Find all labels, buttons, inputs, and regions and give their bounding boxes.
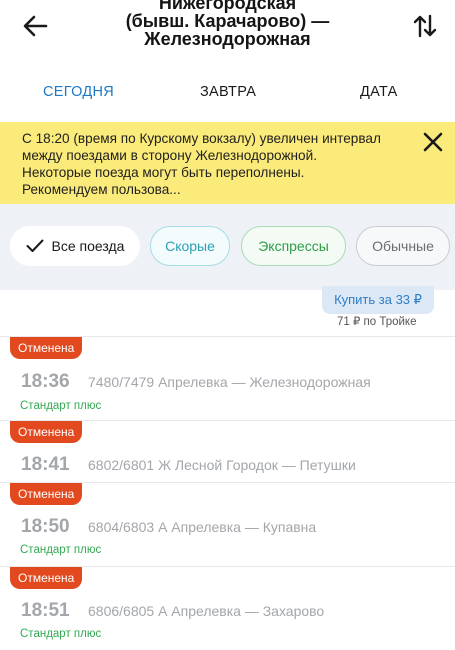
back-button[interactable] xyxy=(20,10,52,42)
filter-label: Экспрессы xyxy=(258,238,329,254)
swap-arrows-icon xyxy=(413,14,437,38)
train-type: Стандарт плюс xyxy=(20,628,102,640)
train-row[interactable]: Отменена 18:36 7480/7479 Апрелевка — Жел… xyxy=(0,337,455,420)
departure-time: 18:51 xyxy=(21,600,70,621)
close-notice-button[interactable] xyxy=(421,130,445,154)
close-icon xyxy=(423,132,443,152)
checkmark-icon xyxy=(26,239,44,252)
tab-tomorrow[interactable]: ЗАВТРА xyxy=(200,84,256,100)
filter-fast-trains[interactable]: Скорые xyxy=(150,226,230,266)
filter-label: Скорые xyxy=(165,238,215,254)
train-type: Стандарт плюс xyxy=(20,544,102,556)
departure-time: 18:36 xyxy=(21,371,70,392)
train-list: Купить за 33 ₽ 71 ₽ по Тройке Отменена 1… xyxy=(0,286,455,650)
filter-label: Все поезда xyxy=(51,238,125,254)
tab-today[interactable]: СЕГОДНЯ xyxy=(43,84,114,100)
filter-express-trains[interactable]: Экспрессы xyxy=(241,226,346,266)
filter-regular-trains[interactable]: Обычные xyxy=(356,226,450,266)
notice-text: С 18:20 (время по Курскому вокзалу) увел… xyxy=(22,131,381,197)
train-row[interactable]: Отменена 18:41 6802/6801 Ж Лесной Городо… xyxy=(0,421,455,482)
departure-time: 18:50 xyxy=(21,516,70,537)
cancelled-badge: Отменена xyxy=(10,421,83,443)
cancelled-badge: Отменена xyxy=(10,567,83,589)
app-header: Нижегородская (бывш. Карачарово) — Желез… xyxy=(0,0,455,64)
filter-all-trains[interactable]: Все поезда xyxy=(10,226,140,266)
tab-date[interactable]: ДАТА xyxy=(360,84,398,100)
train-route: 7480/7479 Апрелевка — Железнодорожная xyxy=(88,374,371,390)
notice-banner[interactable]: С 18:20 (время по Курскому вокзалу) увел… xyxy=(0,122,455,204)
train-filter-bar: Все поезда Скорые Экспрессы Обычные xyxy=(0,204,455,290)
train-route: 6806/6805 А Апрелевка — Захарово xyxy=(88,603,325,619)
filter-label: Обычные xyxy=(372,238,434,254)
arrow-left-icon xyxy=(23,15,48,37)
route-title: Нижегородская (бывш. Карачарово) — Желез… xyxy=(125,0,330,49)
train-route: 6802/6801 Ж Лесной Городок — Петушки xyxy=(88,457,356,473)
cancelled-badge: Отменена xyxy=(10,483,83,505)
train-row[interactable]: Отменена 18:50 6804/6803 А Апрелевка — К… xyxy=(0,483,455,566)
departure-time: 18:41 xyxy=(21,454,70,475)
train-type: Стандарт плюс xyxy=(20,400,102,412)
cancelled-badge: Отменена xyxy=(10,337,83,359)
swap-direction-button[interactable] xyxy=(409,10,441,42)
train-row[interactable]: Отменена 18:51 6806/6805 А Апрелевка — З… xyxy=(0,567,455,650)
troika-price: 71 ₽ по Тройке xyxy=(337,316,417,328)
date-tabs: СЕГОДНЯ ЗАВТРА ДАТА xyxy=(0,70,455,116)
buy-ticket-button[interactable]: Купить за 33 ₽ xyxy=(322,286,434,314)
train-route: 6804/6803 А Апрелевка — Купавна xyxy=(88,519,317,535)
